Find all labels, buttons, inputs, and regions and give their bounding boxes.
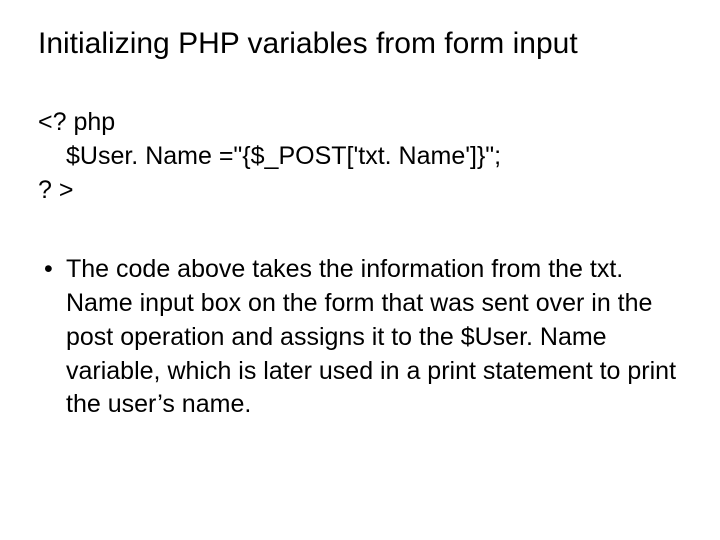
code-line-open: <? php — [38, 106, 682, 140]
code-line-close: ? > — [38, 174, 682, 208]
bullet-text: The code above takes the information fro… — [66, 253, 682, 422]
slide: Initializing PHP variables from form inp… — [0, 0, 720, 540]
bullet-marker: • — [38, 253, 66, 287]
code-block: <? php $User. Name ="{$_POST['txt. Name'… — [38, 106, 682, 207]
slide-title: Initializing PHP variables from form inp… — [38, 26, 682, 62]
code-line-assignment: $User. Name ="{$_POST['txt. Name']}"; — [38, 140, 682, 174]
bullet-item: • The code above takes the information f… — [38, 253, 682, 422]
